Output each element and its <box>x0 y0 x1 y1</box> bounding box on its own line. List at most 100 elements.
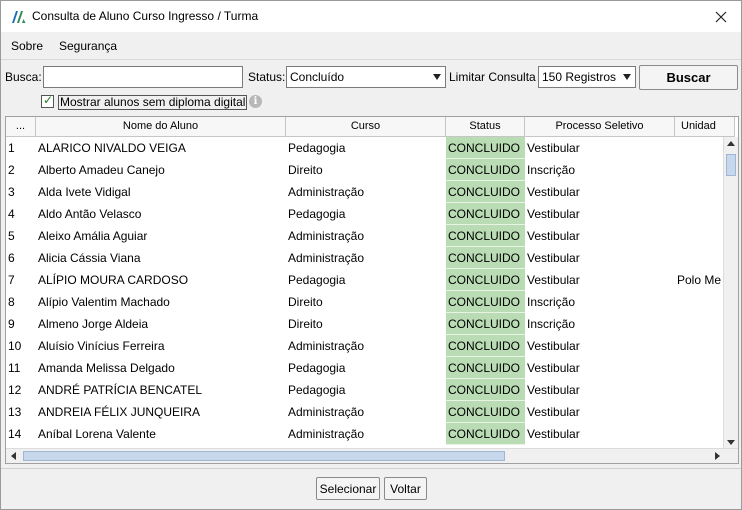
cell-course: Pedagogia <box>288 361 346 375</box>
cell-selection-process: Inscrição <box>527 295 576 309</box>
search-input[interactable] <box>43 66 243 88</box>
cell-unit <box>675 313 723 335</box>
cell-index: 12 <box>8 383 22 397</box>
menu-bar: Sobre Segurança <box>1 33 741 60</box>
cell-status: CONCLUIDO <box>446 203 525 225</box>
cell-index: 11 <box>8 361 21 375</box>
menu-sobre[interactable]: Sobre <box>11 39 43 53</box>
status-select[interactable]: Concluído <box>286 66 446 88</box>
cell-index: 7 <box>8 273 15 287</box>
cell-course: Administração <box>288 405 365 419</box>
cell-selection-process: Vestibular <box>527 427 580 441</box>
cell-course: Pedagogia <box>288 273 346 287</box>
table-row[interactable]: 1 ALARICO NIVALDO VEIGA Pedagogia CONCLUIDO… <box>6 137 722 159</box>
cell-index: 4 <box>8 207 15 221</box>
table-row[interactable]: 10 Aluísio Vinícius Ferreira Administração… <box>6 335 722 357</box>
no-diploma-checkbox-label[interactable]: Mostrar alunos sem diploma digital <box>58 95 248 110</box>
table-row[interactable]: 5 Aleixo Amália Aguiar Administração CONCLU… <box>6 225 722 247</box>
column-header-status[interactable]: Status <box>446 117 525 137</box>
table-row[interactable]: 4 Aldo Antão Velasco Pedagogia CONCLUIDO Ves… <box>6 203 722 225</box>
select-button[interactable]: Selecionar <box>316 477 380 500</box>
horizontal-scrollbar[interactable] <box>6 448 738 463</box>
cell-index: 3 <box>8 185 15 199</box>
scroll-left-icon[interactable] <box>10 452 16 460</box>
title-bar: Consulta de Aluno Curso Ingresso / Turma <box>1 1 741 32</box>
limit-select[interactable]: 150 Registros <box>538 66 636 88</box>
cell-student-name: Alípio Valentim Machado <box>38 295 170 309</box>
cell-status: CONCLUIDO <box>446 247 525 269</box>
table-row[interactable]: 9 Almeno Jorge Aldeia Direito CONCLUIDO Insc… <box>6 313 722 335</box>
cell-student-name: ANDRÉ PATRÍCIA BENCATEL <box>38 383 203 397</box>
cell-index: 6 <box>8 251 15 265</box>
horizontal-scroll-thumb[interactable] <box>23 451 505 461</box>
cell-selection-process: Vestibular <box>527 251 580 265</box>
column-header-index[interactable]: ... <box>6 117 36 137</box>
table-row[interactable]: 2 Alberto Amadeu Canejo Direito CONCLUIDO In… <box>6 159 722 181</box>
column-header-course[interactable]: Curso <box>286 117 446 137</box>
cell-selection-process: Vestibular <box>527 229 580 243</box>
vertical-scroll-thumb[interactable] <box>726 154 736 176</box>
table-row[interactable]: 12 ANDRÉ PATRÍCIA BENCATEL Pedagogia CONCLU… <box>6 379 722 401</box>
cell-student-name: ANDREIA FÉLIX JUNQUEIRA <box>38 405 201 419</box>
app-logo-icon <box>12 11 26 23</box>
chevron-down-icon <box>623 74 631 80</box>
table-row[interactable]: 7 ALÍPIO MOURA CARDOSO Pedagogia CONCLUIDO V… <box>6 269 722 291</box>
cell-unit <box>675 291 723 313</box>
cell-unit <box>675 181 723 203</box>
cell-index: 1 <box>8 141 15 155</box>
search-button[interactable]: Buscar <box>639 65 738 90</box>
cell-selection-process: Inscrição <box>527 163 576 177</box>
vertical-scrollbar[interactable] <box>723 137 738 449</box>
scroll-down-icon[interactable] <box>727 440 735 446</box>
scroll-right-icon[interactable] <box>715 452 721 460</box>
cell-course: Pedagogia <box>288 141 346 155</box>
table-row[interactable]: 8 Alípio Valentim Machado Direito CONCLUIDO… <box>6 291 722 313</box>
cell-index: 5 <box>8 229 15 243</box>
cell-status: CONCLUIDO <box>446 379 525 401</box>
table-row[interactable]: 14 Aníbal Lorena Valente Administração CONC… <box>6 423 722 445</box>
close-button[interactable] <box>701 1 741 32</box>
column-header-name[interactable]: Nome do Aluno <box>36 117 286 137</box>
cell-student-name: Aluísio Vinícius Ferreira <box>38 339 165 353</box>
search-label: Busca: <box>5 70 42 84</box>
cell-student-name: ALARICO NIVALDO VEIGA <box>38 141 186 155</box>
cell-student-name: Aldo Antão Velasco <box>38 207 142 221</box>
table-row[interactable]: 13 ANDREIA FÉLIX JUNQUEIRA Administração CO… <box>6 401 722 423</box>
menu-seguranca[interactable]: Segurança <box>59 39 117 53</box>
back-button[interactable]: Voltar <box>384 477 427 500</box>
cell-course: Pedagogia <box>288 383 346 397</box>
cell-status: CONCLUIDO <box>446 225 525 247</box>
cell-student-name: Aníbal Lorena Valente <box>38 427 156 441</box>
column-header-selection-process[interactable]: Processo Seletivo <box>525 117 675 137</box>
close-icon <box>715 11 727 22</box>
cell-student-name: Amanda Melissa Delgado <box>38 361 175 375</box>
cell-unit <box>675 203 723 225</box>
checkmark-icon: ✓ <box>43 93 54 107</box>
column-header-unit[interactable]: Unidad <box>675 117 735 137</box>
table-row[interactable]: 3 Alda Ivete Vidigal Administração CONCLUID… <box>6 181 722 203</box>
scroll-up-icon[interactable] <box>727 140 735 146</box>
cell-student-name: Alberto Amadeu Canejo <box>38 163 165 177</box>
cell-unit <box>675 401 723 423</box>
cell-selection-process: Vestibular <box>527 207 580 221</box>
info-icon[interactable]: i <box>249 95 262 108</box>
window-title: Consulta de Aluno Curso Ingresso / Turma <box>32 9 259 23</box>
cell-course: Direito <box>288 317 323 331</box>
cell-student-name: Alda Ivete Vidigal <box>38 185 131 199</box>
cell-course: Direito <box>288 163 323 177</box>
cell-selection-process: Vestibular <box>527 273 580 287</box>
cell-status: CONCLUIDO <box>446 313 525 335</box>
cell-selection-process: Vestibular <box>527 383 580 397</box>
cell-index: 8 <box>8 295 15 309</box>
cell-index: 13 <box>8 405 22 419</box>
cell-status: CONCLUIDO <box>446 401 525 423</box>
no-diploma-checkbox[interactable]: ✓ <box>41 93 54 108</box>
table-row[interactable]: 11 Amanda Melissa Delgado Pedagogia CONCLUI… <box>6 357 722 379</box>
cell-unit: Polo Me <box>677 273 722 287</box>
cell-course: Administração <box>288 185 365 199</box>
cell-course: Administração <box>288 251 365 265</box>
table-row[interactable]: 6 Alicia Cássia Viana Administração CONCLUI… <box>6 247 722 269</box>
limit-select-value: 150 Registros <box>542 70 617 84</box>
cell-selection-process: Vestibular <box>527 405 580 419</box>
cell-unit <box>675 159 723 181</box>
